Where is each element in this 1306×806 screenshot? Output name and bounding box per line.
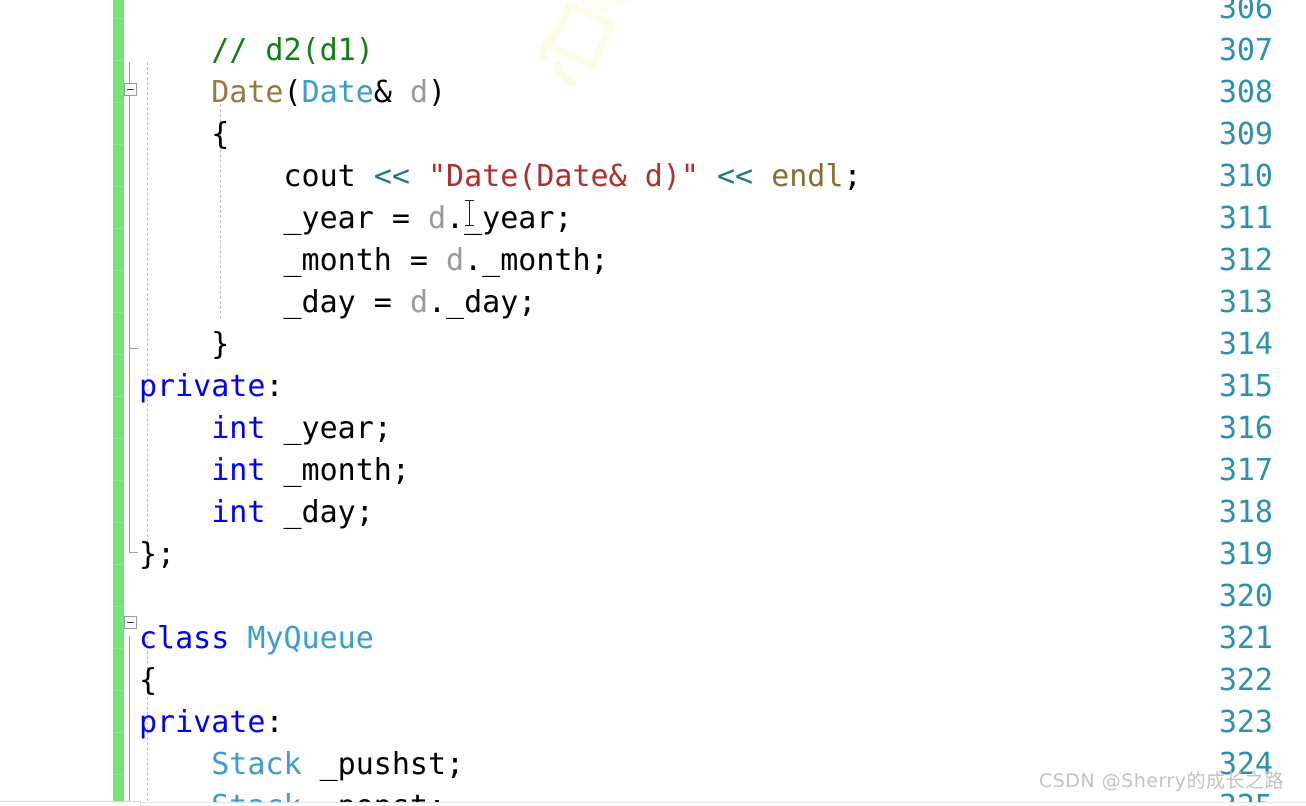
change-bar-seam — [113, 438, 124, 439]
token-keyword: int — [211, 411, 266, 446]
token-plain: _pushst; — [301, 747, 465, 782]
change-bar-seam — [113, 774, 124, 775]
token-keyword: private — [139, 369, 266, 404]
code-line-317[interactable]: int _month; — [139, 450, 410, 492]
code-line-309[interactable]: { — [139, 114, 229, 156]
token-var: d — [409, 285, 428, 320]
token-type: Stack — [211, 747, 302, 782]
code-text-area[interactable]: // d2(d1) Date(Date& d) { cout << "Date(… — [0, 0, 1306, 806]
token-plain: { — [139, 117, 230, 152]
token-op: << — [717, 159, 754, 194]
change-bar-seam — [113, 690, 124, 691]
token-plain: ) — [428, 75, 447, 110]
change-bar-seam — [113, 144, 124, 145]
token-plain: ._year; — [446, 201, 573, 236]
token-plain: _day; — [265, 495, 374, 530]
token-keyword: int — [211, 495, 266, 530]
change-bar-seam — [113, 228, 124, 229]
token-plain: : — [265, 369, 284, 404]
change-bar-seam — [113, 186, 124, 187]
token-plain: _month = — [139, 243, 447, 278]
token-plain: _day = — [139, 285, 410, 320]
change-bar-seam — [113, 312, 124, 313]
token-macro: endl — [771, 159, 844, 194]
code-line-321[interactable]: class MyQueue — [139, 618, 374, 660]
token-comment: // d2(d1) — [211, 33, 374, 68]
change-bar-seam — [113, 732, 124, 733]
change-bar-seam — [113, 522, 124, 523]
change-bar-seam — [113, 270, 124, 271]
code-line-308[interactable]: Date(Date& d) — [139, 72, 446, 114]
token-keyword: class — [139, 621, 230, 656]
token-string: "Date(Date& d)" — [428, 159, 699, 194]
token-func: Date — [211, 75, 284, 110]
token-plain: _year; — [265, 411, 392, 446]
change-bar-seam — [113, 564, 124, 565]
token-var: d — [427, 201, 447, 236]
code-line-315[interactable]: private: — [139, 366, 284, 408]
token-plain: _month; — [265, 453, 410, 488]
code-line-311[interactable]: _year = d._year; — [139, 198, 572, 240]
change-bar-seam — [113, 606, 124, 607]
change-bar-seam — [113, 648, 124, 649]
change-bar-seam — [113, 354, 124, 355]
token-plain: ; — [843, 159, 862, 194]
code-line-316[interactable]: int _year; — [139, 408, 392, 450]
code-line-314[interactable]: } — [139, 324, 229, 366]
token-plain: ( — [283, 75, 302, 110]
token-plain: ._day; — [428, 285, 537, 320]
code-line-312[interactable]: _month = d._month; — [139, 240, 609, 282]
code-line-323[interactable]: private: — [139, 702, 284, 744]
token-plain: } — [139, 327, 230, 362]
token-plain: cout — [139, 159, 374, 194]
change-bar-seam — [113, 102, 124, 103]
token-type: MyQueue — [247, 621, 374, 656]
code-line-319[interactable]: }; — [139, 534, 175, 576]
token-type: Date — [301, 75, 374, 110]
token-keyword: int — [211, 453, 266, 488]
code-line-322[interactable]: { — [139, 660, 157, 702]
csdn-watermark: CSDN @Sherry的成长之路 — [1038, 770, 1284, 792]
token-op: << — [373, 159, 410, 194]
code-editor-screenshot: 306 307 308 309 310 311 312 313 314 315 316 317 318 3… — [0, 0, 1306, 806]
token-var: d — [409, 75, 428, 110]
change-bar-seam — [113, 480, 124, 481]
bottom-left-panel-edge — [0, 801, 141, 806]
token-plain: ._month; — [464, 243, 609, 278]
code-line-307[interactable]: // d2(d1) — [139, 30, 374, 72]
token-keyword: private — [139, 705, 266, 740]
token-plain: }; — [139, 537, 176, 572]
change-bar-seam — [113, 60, 124, 61]
token-plain: { — [139, 663, 158, 698]
code-line-324[interactable]: Stack _pushst; — [139, 744, 464, 786]
bottom-divider — [0, 802, 1306, 806]
code-line-310[interactable]: cout << "Date(Date& d)" << endl; — [139, 156, 862, 198]
change-bar-seam — [113, 396, 124, 397]
code-line-313[interactable]: _day = d._day; — [139, 282, 536, 324]
token-plain: & — [373, 75, 410, 110]
code-line-318[interactable]: int _day; — [139, 492, 374, 534]
token-plain: _year = — [139, 201, 428, 236]
change-bar-seam — [113, 18, 124, 19]
token-plain: : — [265, 705, 284, 740]
token-var: d — [446, 243, 465, 278]
